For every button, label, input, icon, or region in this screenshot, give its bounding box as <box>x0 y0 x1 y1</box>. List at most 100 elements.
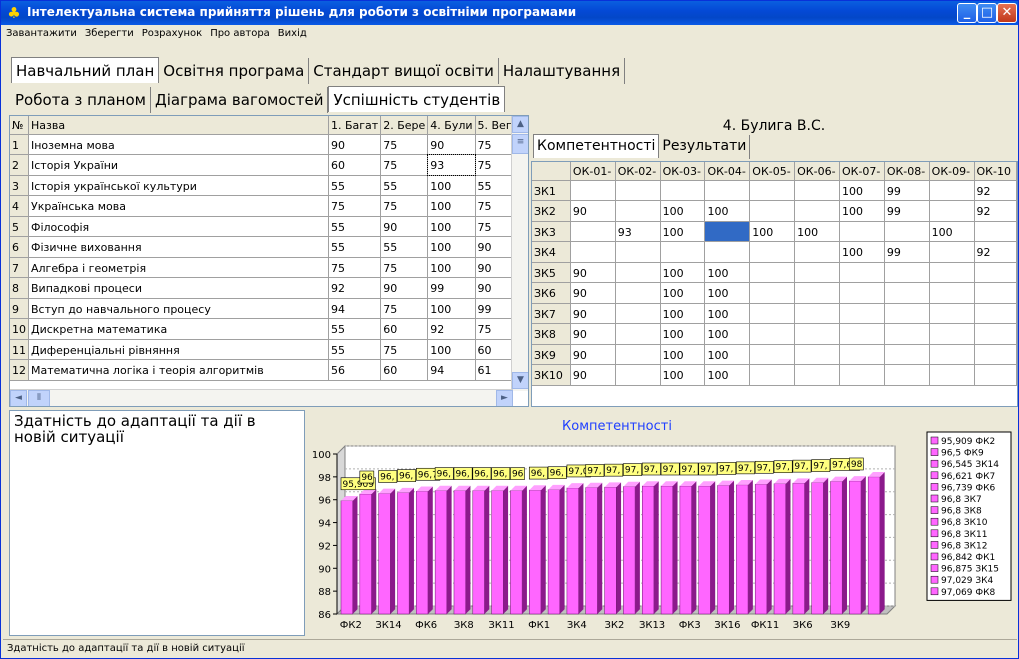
tab-settings[interactable]: Налаштування <box>499 58 626 84</box>
header-cell[interactable]: ОК-05- <box>749 162 796 181</box>
competence-cell[interactable] <box>749 200 796 222</box>
competence-cell[interactable] <box>615 200 661 222</box>
competence-cell[interactable] <box>884 262 930 283</box>
grade-cell[interactable]: 99 <box>427 277 476 299</box>
grade-cell[interactable]: 60 <box>380 359 429 381</box>
competence-cell[interactable]: 99 <box>884 241 930 263</box>
table-row[interactable]: ЗК8 90 100 100 <box>532 323 1017 345</box>
competence-cell[interactable] <box>615 180 661 201</box>
competence-cell[interactable] <box>839 282 885 304</box>
course-name-cell[interactable]: Українська мова <box>28 195 329 217</box>
competence-cell[interactable] <box>794 180 840 201</box>
table-row[interactable]: 10 Дискретна математика 55 60 92 75 <box>10 318 524 340</box>
row-label[interactable]: ЗК2 <box>532 200 571 222</box>
grade-cell[interactable]: 94 <box>328 298 382 319</box>
competence-cell[interactable] <box>794 282 840 304</box>
tab-results[interactable]: Результати <box>659 135 751 159</box>
competence-cell[interactable] <box>794 323 840 345</box>
competence-cell[interactable] <box>839 344 885 365</box>
competence-cell[interactable]: 90 <box>570 262 616 283</box>
grades-hscroll[interactable]: ◄ ⦀ ► <box>10 389 513 406</box>
course-name-cell[interactable]: Історія України <box>28 154 329 176</box>
table-row[interactable]: 8 Випадкові процеси 92 90 99 90 <box>10 277 524 299</box>
table-row[interactable]: 7 Алгебра і геометрія 75 75 100 90 <box>10 257 524 278</box>
grade-cell[interactable]: 100 <box>427 195 476 217</box>
competence-cell[interactable] <box>884 344 930 365</box>
grade-cell[interactable]: 90 <box>380 277 429 299</box>
table-row[interactable]: ЗК10 90 100 100 <box>532 364 1017 386</box>
competence-cell[interactable]: 100 <box>704 364 751 386</box>
table-row[interactable]: 2 Історія України 60 75 93 75 <box>10 153 524 176</box>
tab-edu-program[interactable]: Освітня програма <box>159 58 310 84</box>
scroll-thumb[interactable]: ≡ <box>512 134 528 154</box>
grade-cell[interactable]: 94 <box>427 359 476 381</box>
course-name-cell[interactable]: Дискретна математика <box>28 318 329 340</box>
table-row[interactable]: ЗК7 90 100 100 <box>532 303 1017 324</box>
header-cell[interactable]: ОК-06- <box>794 162 840 181</box>
competence-cell[interactable]: 92 <box>974 180 1017 201</box>
table-row[interactable]: ЗК6 90 100 100 <box>532 282 1017 304</box>
grade-cell[interactable]: 90 <box>380 216 429 237</box>
grade-cell[interactable]: 100 <box>427 257 476 278</box>
competence-cell[interactable] <box>794 364 840 386</box>
grade-cell[interactable]: 90 <box>328 134 382 155</box>
row-label[interactable]: ЗК5 <box>532 262 571 283</box>
header-cell[interactable]: ОК-07- <box>839 162 885 181</box>
competence-cell[interactable]: 100 <box>749 221 796 242</box>
competence-cell[interactable] <box>929 241 975 263</box>
table-row[interactable]: 9 Вступ до навчального процесу 94 75 100 99 <box>10 298 524 319</box>
header-cell[interactable]: ОК-01- <box>570 162 616 181</box>
competence-cell[interactable]: 90 <box>570 282 616 304</box>
competence-cell[interactable]: 90 <box>570 344 616 365</box>
scroll-thumb[interactable]: ⦀ <box>28 390 50 406</box>
course-name-cell[interactable]: Математична логіка і теорія алгоритмів <box>28 359 329 381</box>
row-label[interactable]: ЗК7 <box>532 303 571 324</box>
competence-cell[interactable] <box>929 262 975 283</box>
competence-cell[interactable] <box>884 221 930 242</box>
row-number[interactable]: 12 <box>10 359 29 381</box>
competence-cell[interactable]: 90 <box>570 200 616 222</box>
row-number[interactable]: 11 <box>10 339 29 360</box>
grade-cell[interactable]: 100 <box>427 236 476 258</box>
competence-cell[interactable]: 100 <box>839 241 885 263</box>
competence-cell[interactable] <box>749 323 796 345</box>
competence-cell[interactable]: 100 <box>660 221 706 242</box>
tab-plan-work[interactable]: Робота з планом <box>11 87 151 113</box>
table-row[interactable]: 3 Історія української культури 55 55 100 55 <box>10 175 524 196</box>
table-row[interactable]: 1 Іноземна мова 90 75 90 75 <box>10 134 524 155</box>
competence-cell[interactable]: 100 <box>660 200 706 222</box>
header-cell[interactable]: Назва <box>28 116 329 135</box>
competence-cell[interactable]: 92 <box>974 200 1017 222</box>
competence-cell[interactable] <box>794 344 840 365</box>
header-cell[interactable]: ОК-03- <box>660 162 706 181</box>
competence-cell[interactable] <box>929 180 975 201</box>
course-name-cell[interactable]: Історія української культури <box>28 175 329 196</box>
competence-cell[interactable] <box>929 323 975 345</box>
course-name-cell[interactable]: Диференціальні рівняння <box>28 339 329 360</box>
competence-cell[interactable] <box>929 282 975 304</box>
competence-cell[interactable] <box>794 303 840 324</box>
grade-cell[interactable]: 90 <box>427 134 476 155</box>
grades-grid[interactable]: № Назва 1. Багат 2. Бере 4. Були 5. Вепр… <box>9 115 529 407</box>
competence-cell[interactable]: 100 <box>660 323 706 345</box>
competence-cell[interactable] <box>884 282 930 304</box>
table-row[interactable]: 4 Українська мова 75 75 100 75 <box>10 195 524 217</box>
grade-cell[interactable]: 75 <box>380 195 429 217</box>
competence-cell[interactable]: 92 <box>974 241 1017 263</box>
grades-vscroll[interactable]: ▲ ≡ ▼ <box>511 116 528 391</box>
table-row[interactable]: ЗК2 90 100 100 100 99 92 <box>532 200 1017 222</box>
grade-cell[interactable]: 100 <box>427 339 476 360</box>
competence-grid[interactable]: ОК-01- ОК-02- ОК-03- ОК-04- ОК-05- ОК-06- ОК-0… <box>531 161 1018 407</box>
header-cell[interactable]: ОК-02- <box>615 162 661 181</box>
grade-cell[interactable]: 75 <box>380 134 429 155</box>
competence-cell[interactable]: 100 <box>704 323 751 345</box>
grade-cell[interactable]: 60 <box>380 318 429 340</box>
grade-cell[interactable]: 92 <box>328 277 382 299</box>
header-cell[interactable]: 1. Багат <box>328 116 382 135</box>
competence-cell[interactable]: 99 <box>884 180 930 201</box>
table-row[interactable]: ЗК3 93 100 100 100 100 <box>532 221 1017 242</box>
competence-cell[interactable] <box>839 364 885 386</box>
grade-cell[interactable]: 75 <box>328 257 382 278</box>
maximize-button[interactable]: □ <box>977 3 997 23</box>
competence-cell[interactable] <box>660 241 706 263</box>
